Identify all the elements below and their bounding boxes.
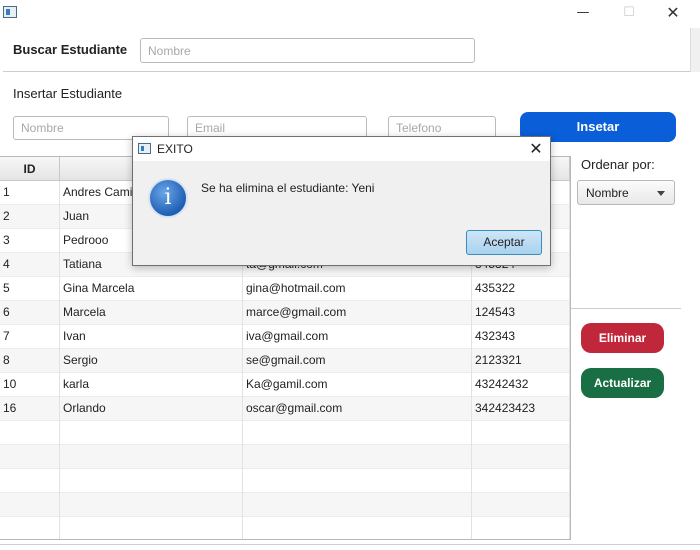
cell-name: Sergio [60,349,243,373]
update-button[interactable]: Actualizar [581,368,664,398]
success-dialog: EXITO ✕ i Se ha elimina el estudiante: Y… [132,136,551,266]
cell-name [60,445,243,469]
window-edge [690,28,700,72]
cell-id: 2 [0,205,60,229]
info-icon: i [148,178,188,218]
maximize-icon[interactable]: ☐ [606,2,652,24]
cell-phone: 43242432 [472,373,570,397]
cell-email: marce@gmail.com [243,301,472,325]
cell-id: 1 [0,181,60,205]
cell-email [243,493,472,517]
cell-id: 16 [0,397,60,421]
cell-id [0,517,60,539]
cell-name [60,469,243,493]
cell-email [243,421,472,445]
search-input[interactable] [140,38,475,63]
dialog-message: Se ha elimina el estudiante: Yeni [201,181,375,195]
table-row[interactable] [0,517,570,539]
dialog-app-icon [138,143,151,154]
sort-select[interactable]: Nombre [577,180,675,205]
cell-id: 3 [0,229,60,253]
cell-phone [472,421,570,445]
close-icon[interactable]: ✕ [525,138,547,160]
cell-email [243,445,472,469]
cell-id: 4 [0,253,60,277]
cell-phone [472,445,570,469]
chevron-down-icon [657,191,665,196]
sort-label: Ordenar por: [581,157,655,172]
cell-id: 8 [0,349,60,373]
window-titlebar: — ☐ ✕ [0,0,700,28]
cell-email: gina@hotmail.com [243,277,472,301]
close-window-icon[interactable]: ✕ [650,2,696,24]
cell-id [0,469,60,493]
cell-id: 10 [0,373,60,397]
cell-phone: 124543 [472,301,570,325]
cell-phone: 2123321 [472,349,570,373]
cell-id: 7 [0,325,60,349]
table-row[interactable] [0,469,570,493]
cell-name [60,517,243,539]
cell-name: Gina Marcela [60,277,243,301]
cell-email: iva@gmail.com [243,325,472,349]
insert-section-label: Insertar Estudiante [13,86,123,101]
cell-phone [472,493,570,517]
accept-button[interactable]: Aceptar [466,230,542,255]
cell-phone [472,469,570,493]
cell-email: oscar@gmail.com [243,397,472,421]
dialog-titlebar: EXITO ✕ [133,137,550,161]
cell-email [243,517,472,539]
app-window-icon [3,6,17,18]
cell-id [0,421,60,445]
panel-divider [571,308,681,309]
cell-email: se@gmail.com [243,349,472,373]
sort-select-value: Nombre [586,186,629,200]
dialog-body: i Se ha elimina el estudiante: Yeni Acep… [133,161,550,265]
cell-phone: 342423423 [472,397,570,421]
header-id[interactable]: ID [0,157,60,181]
table-row[interactable]: 8 Sergio se@gmail.com 2123321 [0,349,570,373]
table-row[interactable]: 6 Marcela marce@gmail.com 124543 [0,301,570,325]
table-row[interactable]: 5 Gina Marcela gina@hotmail.com 435322 [0,277,570,301]
cell-name: karla [60,373,243,397]
bottom-border [0,544,700,545]
cell-id [0,445,60,469]
cell-name: Marcela [60,301,243,325]
table-row[interactable] [0,445,570,469]
cell-email [243,469,472,493]
delete-button[interactable]: Eliminar [581,323,664,353]
minimize-icon[interactable]: — [560,2,606,24]
search-label: Buscar Estudiante [13,42,128,57]
divider [3,71,690,72]
table-row[interactable]: 16 Orlando oscar@gmail.com 342423423 [0,397,570,421]
cell-id [0,493,60,517]
table-row[interactable]: 7 Ivan iva@gmail.com 432343 [0,325,570,349]
cell-phone: 432343 [472,325,570,349]
dialog-title: EXITO [157,142,193,156]
cell-name: Orlando [60,397,243,421]
cell-id: 6 [0,301,60,325]
table-row[interactable]: 10 karla Ka@gamil.com 43242432 [0,373,570,397]
cell-email: Ka@gamil.com [243,373,472,397]
cell-id: 5 [0,277,60,301]
cell-name [60,493,243,517]
cell-phone [472,517,570,539]
cell-name: Ivan [60,325,243,349]
cell-name [60,421,243,445]
table-row[interactable] [0,421,570,445]
cell-phone: 435322 [472,277,570,301]
table-row[interactable] [0,493,570,517]
